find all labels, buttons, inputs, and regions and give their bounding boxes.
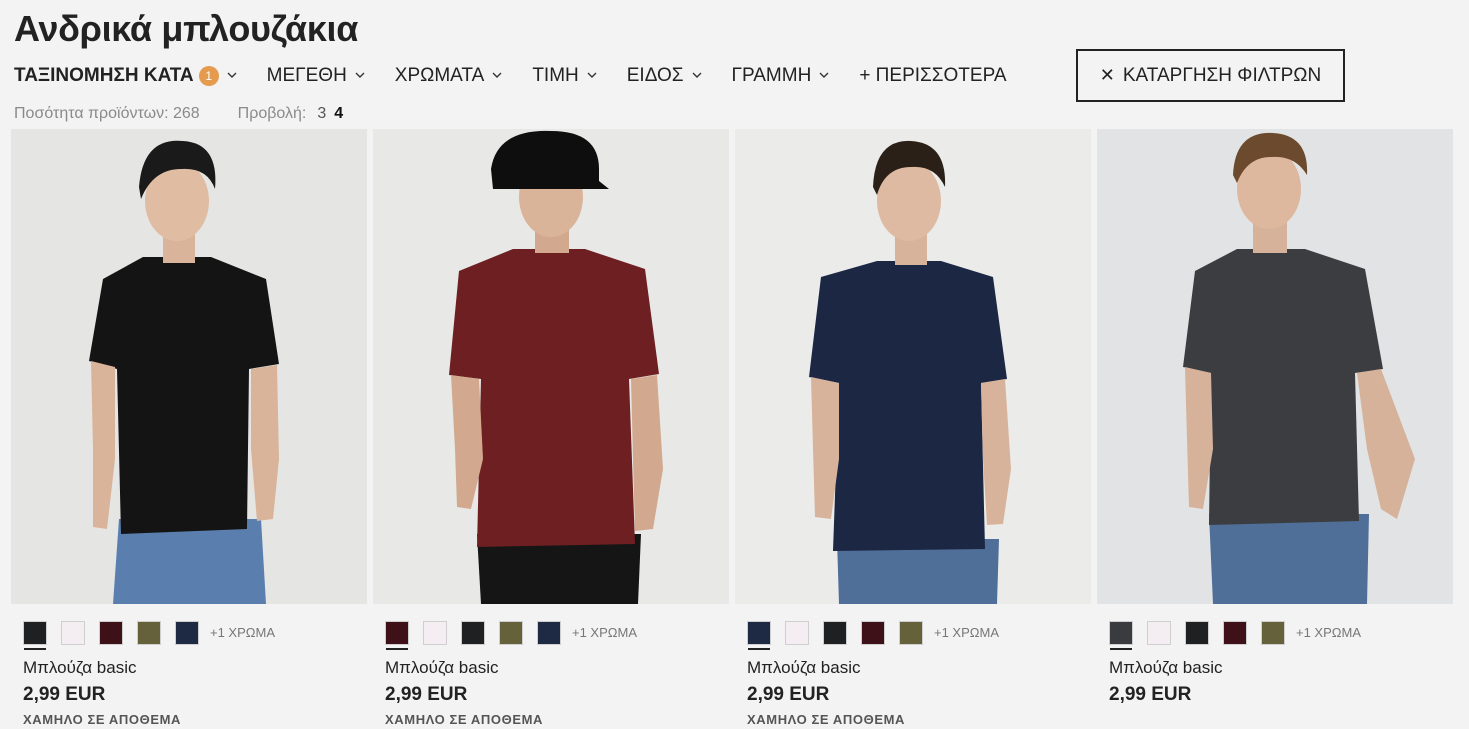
color-swatch[interactable] [861,620,885,645]
color-swatch[interactable] [175,620,199,645]
view-option-4[interactable]: 4 [334,105,343,123]
chevron-down-icon [819,72,829,78]
chevron-down-icon [355,72,365,78]
product-price: 2,99 EUR [747,684,830,705]
product-card: +1 ΧΡΩΜΑ Μπλούζα basic 2,99 EUR ΧΑΜΗΛΟ Σ… [735,129,1091,727]
color-swatches: +1 ΧΡΩΜΑ [373,619,729,650]
product-name[interactable]: Μπλούζα basic [735,658,1091,678]
product-count: Ποσότητα προϊόντων: 268 [14,105,200,122]
color-swatches: +1 ΧΡΩΜΑ [735,619,1091,650]
filter-type[interactable]: ΕΙΔΟΣ [627,65,702,87]
filter-colors-label: ΧΡΩΜΑΤΑ [394,64,485,86]
filter-type-label: ΕΙΔΟΣ [626,64,684,86]
chevron-down-icon [227,72,237,78]
chevron-down-icon [587,72,597,78]
color-swatch[interactable] [423,620,447,645]
stock-status: ΧΑΜΗΛΟ ΣΕ ΑΠΟΘΕΜΑ [385,712,544,727]
clear-filters-label: ΚΑΤΑΡΓΗΣΗ ΦΙΛΤΡΩΝ [1122,64,1322,86]
color-swatch[interactable] [385,620,409,650]
filter-sizes-label: ΜΕΓΕΘΗ [266,64,347,86]
color-swatch[interactable] [1147,620,1171,645]
filter-colors[interactable]: ΧΡΩΜΑΤΑ [395,65,503,87]
product-price: 2,99 EUR [23,684,106,705]
color-swatch[interactable] [785,620,809,645]
product-image[interactable] [1097,129,1453,604]
product-price: 2,99 EUR [1109,684,1192,705]
view-option-3[interactable]: 3 [317,105,326,123]
listing-meta: Ποσότητα προϊόντων: 268 Προβολή: 3 4 [14,105,343,123]
filter-line[interactable]: ΓΡΑΜΜΗ [732,65,830,87]
filter-more-label: + ΠΕΡΙΣΣΟΤΕΡΑ [859,64,1007,86]
product-card: +1 ΧΡΩΜΑ Μπλούζα basic 2,99 EUR [1097,129,1453,727]
product-image[interactable] [11,129,367,604]
color-swatch[interactable] [747,620,771,650]
filter-sort[interactable]: ΤΑΞΙΝΟΜΗΣΗ ΚΑΤΑ 1 [14,65,237,87]
product-name[interactable]: Μπλούζα basic [11,658,367,678]
sort-count-badge: 1 [198,65,219,86]
color-swatch[interactable] [61,620,85,645]
color-swatch[interactable] [461,620,485,645]
chevron-down-icon [492,72,502,78]
color-swatch[interactable] [1261,620,1285,645]
color-swatch[interactable] [1185,620,1209,645]
product-name[interactable]: Μπλούζα basic [373,658,729,678]
color-swatch[interactable] [899,620,923,645]
product-image[interactable] [373,129,729,604]
filter-price[interactable]: ΤΙΜΗ [532,64,597,87]
color-swatch[interactable] [537,620,561,645]
chevron-down-icon [692,72,702,78]
color-swatch[interactable] [1109,620,1133,650]
clear-filters-button[interactable]: ✕ ΚΑΤΑΡΓΗΣΗ ΦΙΛΤΡΩΝ [1076,49,1345,102]
product-image[interactable] [735,129,1091,604]
filter-price-label: ΤΙΜΗ [532,64,579,86]
more-colors-link[interactable]: +1 ΧΡΩΜΑ [934,625,999,640]
filter-sizes[interactable]: ΜΕΓΕΘΗ [267,65,365,87]
product-price: 2,99 EUR [385,684,468,705]
filter-sort-label: ΤΑΞΙΝΟΜΗΣΗ ΚΑΤΑ [14,64,194,86]
more-colors-link[interactable]: +1 ΧΡΩΜΑ [210,625,275,640]
filter-bar: ΤΑΞΙΝΟΜΗΣΗ ΚΑΤΑ 1 ΜΕΓΕΘΗ ΧΡΩΜΑΤΑ ΤΙΜΗ ΕΙ… [14,49,1037,102]
view-label: Προβολή: [237,105,307,122]
filter-more[interactable]: + ΠΕΡΙΣΣΟΤΕΡΑ [859,65,1006,87]
color-swatch[interactable] [499,620,523,645]
product-grid: +1 ΧΡΩΜΑ Μπλούζα basic 2,99 EUR ΧΑΜΗΛΟ Σ… [11,129,1453,727]
color-swatches: +1 ΧΡΩΜΑ [11,619,367,650]
stock-status: ΧΑΜΗΛΟ ΣΕ ΑΠΟΘΕΜΑ [23,712,182,727]
color-swatch[interactable] [23,620,47,650]
color-swatch[interactable] [137,620,161,645]
product-card: +1 ΧΡΩΜΑ Μπλούζα basic 2,99 EUR ΧΑΜΗΛΟ Σ… [11,129,367,727]
page-title: Ανδρικά μπλουζάκια [14,8,359,49]
filter-line-label: ΓΡΑΜΜΗ [731,64,812,86]
color-swatch[interactable] [99,620,123,645]
stock-status: ΧΑΜΗΛΟ ΣΕ ΑΠΟΘΕΜΑ [747,712,906,727]
color-swatches: +1 ΧΡΩΜΑ [1097,619,1453,650]
close-icon: ✕ [1099,65,1115,85]
product-name[interactable]: Μπλούζα basic [1097,658,1453,678]
view-switcher: Προβολή: 3 4 [238,105,344,123]
color-swatch[interactable] [1223,620,1247,645]
more-colors-link[interactable]: +1 ΧΡΩΜΑ [572,625,637,640]
product-card: +1 ΧΡΩΜΑ Μπλούζα basic 2,99 EUR ΧΑΜΗΛΟ Σ… [373,129,729,727]
more-colors-link[interactable]: +1 ΧΡΩΜΑ [1296,625,1361,640]
color-swatch[interactable] [823,620,847,645]
